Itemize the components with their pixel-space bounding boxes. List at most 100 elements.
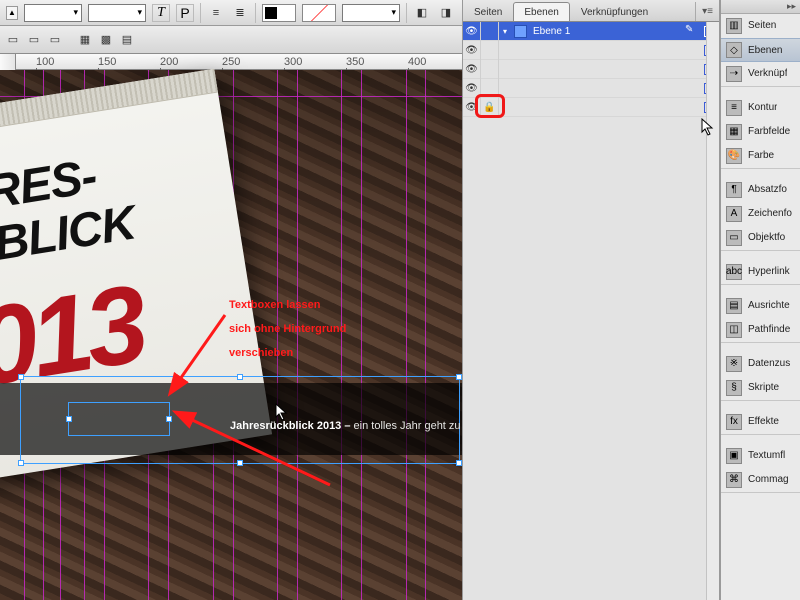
caption-bold: Jahresrückblick 2013 – [230, 420, 354, 432]
layer-row[interactable]: 👁 [463, 41, 719, 60]
rail-label: Zeichenfo [748, 208, 792, 219]
rail-separator [721, 168, 800, 178]
layer-color-swatch [514, 25, 527, 38]
cursor-icon [701, 118, 715, 138]
layers-panel[interactable]: Seiten Ebenen Verknüpfungen ▾≡ 👁 ▾ Ebene 1… [462, 0, 720, 600]
align-center-icon[interactable]: ≣ [231, 4, 249, 22]
hyperlink-icon: abc [726, 264, 742, 280]
farbfelde-icon: ▦ [726, 124, 742, 140]
paragraph-icon[interactable]: P [176, 4, 194, 22]
rail-label: Absatzfo [748, 184, 787, 195]
ausrichte-icon: ▤ [726, 298, 742, 314]
type-tool-icon[interactable]: T [152, 4, 170, 22]
rail-separator [721, 86, 800, 96]
panel-menu-icon[interactable]: ▾≡ [695, 2, 719, 21]
rail-item-seiten[interactable]: ▥Seiten [721, 14, 800, 38]
separator [255, 3, 256, 23]
doc-icon[interactable]: ▭ [46, 31, 64, 49]
lock-highlight [475, 94, 505, 118]
rail-item-absatzfo[interactable]: ¶ Absatzfo [721, 178, 800, 202]
rail-label: Textumfl [748, 450, 785, 461]
caption-text[interactable]: Jahresrückblick 2013 – ein tolles Jahr g… [230, 420, 462, 432]
layer-row[interactable]: 👁 [463, 60, 719, 79]
font-size-dropdown[interactable]: ▾ [24, 4, 82, 22]
doc-icon[interactable]: ▦ [76, 31, 94, 49]
stroke-weight-dropdown[interactable]: ▾ [342, 4, 400, 22]
rail-separator [721, 342, 800, 352]
rail-item-ausrichte[interactable]: ▤ Ausrichte [721, 294, 800, 318]
rail-label: Datenzus [748, 358, 790, 369]
rail-separator [721, 492, 800, 502]
layer-row[interactable]: 👁 ▾ Ebene 1✎ [463, 22, 719, 41]
visibility-icon[interactable]: 👁 [463, 41, 481, 60]
rail-item-farbe[interactable]: 🎨Farbe [721, 144, 800, 168]
rail-label: Ebenen [748, 45, 782, 56]
separator [200, 3, 201, 23]
visibility-icon[interactable]: 👁 [463, 22, 481, 41]
pen-icon[interactable]: ✎ [685, 24, 699, 38]
rail-item-verknüpf[interactable]: ⇢ Verknüpf [721, 62, 800, 86]
rail-separator [721, 400, 800, 410]
caption-rest: ein tolles Jahr geht zu End [354, 420, 462, 432]
rail-item-textumfl[interactable]: ▣ Textumfl [721, 444, 800, 468]
nudge-up-icon[interactable]: ▲ [6, 6, 18, 20]
selection-frame-inner[interactable] [68, 402, 170, 436]
rail-separator [721, 250, 800, 260]
doc-icon[interactable]: ▭ [25, 31, 43, 49]
stroke-swatch[interactable] [302, 4, 336, 22]
visibility-icon[interactable]: 👁 [463, 60, 481, 79]
rail-item-ebenen[interactable]: ◇ Ebenen [721, 38, 800, 62]
rail-label: Ausrichte [748, 300, 790, 311]
ebenen-icon: ◇ [726, 42, 742, 58]
layer-name[interactable]: Ebene 1 [530, 26, 685, 37]
fill-swatch[interactable] [262, 4, 296, 22]
zeichenfo-icon: A [726, 206, 742, 222]
rail-item-datenzus[interactable]: ※ Datenzus [721, 352, 800, 376]
page-artwork[interactable]: HRES- KBLICK 013 Jahresrückblick 2013 – … [0, 70, 462, 600]
commag-icon: ⌘ [726, 472, 742, 488]
rail-item-farbfelde[interactable]: ▦ Farbfelde [721, 120, 800, 144]
rail-item-pathfinde[interactable]: ◫Pathfinde [721, 318, 800, 342]
annotation-text: Textboxen lassen sich ohne Hintergrund v… [229, 293, 346, 365]
doc-icon[interactable]: ▩ [97, 31, 115, 49]
scrollbar-vertical[interactable] [706, 22, 719, 600]
rail-item-commag[interactable]: ⌘Commag [721, 468, 800, 492]
doc-icon[interactable]: ▤ [118, 31, 136, 49]
pathfinde-icon: ◫ [726, 322, 742, 338]
textumfl-icon: ▣ [726, 448, 742, 464]
panel-rail[interactable]: ▸▸ ▥Seiten ◇ Ebenen ⇢ Verknüpf ≡Kontur ▦ Farbfe… [720, 0, 800, 600]
rail-item-objektfo[interactable]: ▭ Objektfo [721, 226, 800, 250]
rail-label: Farbfelde [748, 126, 790, 137]
seiten-icon: ▥ [726, 18, 742, 34]
rail-collapse-icon[interactable]: ▸▸ [721, 0, 800, 14]
rail-item-skripte[interactable]: §Skripte [721, 376, 800, 400]
misc-icon[interactable]: ◧ [413, 4, 431, 22]
rail-label: Hyperlink [748, 266, 790, 277]
leading-dropdown[interactable]: ▾ [88, 4, 146, 22]
absatzfo-icon: ¶ [726, 182, 742, 198]
verknüpf-icon: ⇢ [726, 66, 742, 82]
lock-icon[interactable] [481, 41, 499, 60]
rail-item-effekte[interactable]: fxEffekte [721, 410, 800, 434]
rail-label: Verknüpf [748, 68, 787, 79]
lock-icon[interactable] [481, 22, 499, 41]
card-torn-edge [0, 69, 218, 140]
document-canvas[interactable]: 100 150 200 250 300 350 400 HRES- KBLICK… [0, 54, 462, 600]
cursor-icon [275, 403, 289, 423]
doc-icon[interactable]: ▭ [4, 31, 22, 49]
disclosure-icon[interactable]: ▾ [499, 27, 511, 36]
rail-item-zeichenfo[interactable]: A Zeichenfo [721, 202, 800, 226]
separator [406, 3, 407, 23]
tab-seiten[interactable]: Seiten [463, 2, 513, 21]
tab-ebenen[interactable]: Ebenen [513, 2, 569, 21]
lock-icon[interactable] [481, 60, 499, 79]
misc-icon[interactable]: ◨ [437, 4, 455, 22]
rail-item-kontur[interactable]: ≡Kontur [721, 96, 800, 120]
rail-item-hyperlink[interactable]: abc Hyperlink [721, 260, 800, 284]
align-left-icon[interactable]: ≡ [207, 4, 225, 22]
datenzus-icon: ※ [726, 356, 742, 372]
rail-label: Objektfo [748, 232, 785, 243]
objektfo-icon: ▭ [726, 230, 742, 246]
tab-verknuepfungen[interactable]: Verknüpfungen [570, 2, 659, 21]
panel-tabs[interactable]: Seiten Ebenen Verknüpfungen ▾≡ [463, 0, 719, 22]
